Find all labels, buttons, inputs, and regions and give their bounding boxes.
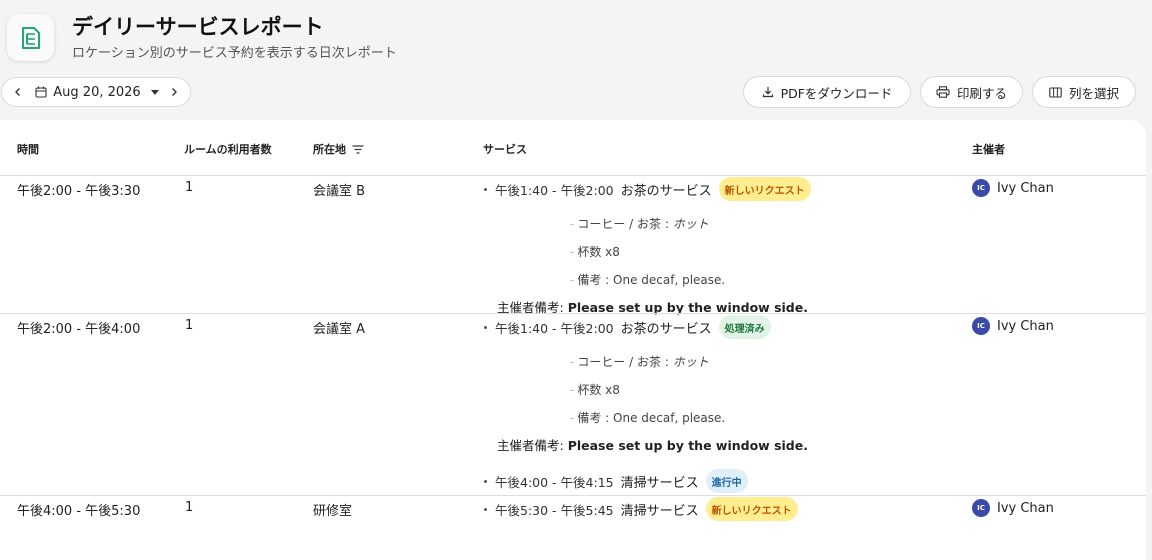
host-note: 主催者備考: Please set up by the window side.	[497, 438, 808, 453]
document-icon	[21, 26, 40, 49]
host-name: Ivy Chan	[997, 318, 1054, 334]
row-divider	[0, 313, 1146, 314]
bullet	[484, 187, 487, 191]
select-columns-button[interactable]: 列を選択	[1032, 76, 1136, 108]
service-name: お茶のサービス	[620, 183, 712, 199]
row-divider	[0, 495, 1146, 496]
service-entry: 午後1:40 - 午後2:00 お茶のサービス 新しいリクエスト	[484, 177, 811, 201]
host-name: Ivy Chan	[997, 500, 1054, 516]
page-title: デイリーサービスレポート	[72, 15, 324, 39]
row-time: 午後4:00 - 午後5:30	[17, 504, 141, 519]
row-attendees: 1	[185, 318, 194, 333]
avatar: IC	[972, 179, 990, 197]
service-entry: 午後1:40 - 午後2:00 お茶のサービス 処理済み	[484, 315, 771, 339]
service-time: 午後1:40 - 午後2:00	[495, 320, 614, 336]
print-label: 印刷する	[956, 85, 1007, 101]
report-table: 時間 ルームの利用者数 所在地 サービス 主催者 午後2:00 - 午後3:30…	[0, 120, 1146, 560]
caret-down-icon	[150, 89, 159, 95]
service-time: 午後5:30 - 午後5:45	[495, 502, 614, 518]
row-attendees: 1	[185, 500, 194, 515]
status-badge: 処理済み	[718, 315, 771, 339]
calendar-icon	[35, 86, 47, 98]
date-navigator: Aug 20, 2026	[1, 77, 191, 107]
column-header-attendees[interactable]: ルームの利用者数	[184, 141, 272, 157]
host-name: Ivy Chan	[997, 180, 1054, 196]
previous-day-button[interactable]	[2, 78, 33, 106]
service-entry: 午後4:00 - 午後4:15 清掃サービス 進行中	[484, 469, 748, 493]
column-header-time[interactable]: 時間	[17, 141, 39, 157]
bullet	[484, 479, 487, 483]
chevron-right-icon	[172, 88, 178, 96]
selected-date: Aug 20, 2026	[53, 84, 141, 100]
service-time: 午後4:00 - 午後4:15	[495, 474, 614, 490]
service-name: お茶のサービス	[620, 321, 712, 337]
host-cell: IC Ivy Chan	[972, 499, 1054, 517]
service-detail: - 備考 : One decaf, please.	[570, 273, 726, 287]
columns-icon	[1049, 86, 1062, 98]
row-attendees: 1	[185, 180, 194, 195]
service-detail: - コーヒー / お茶 : ホット	[570, 355, 709, 369]
page-subtitle: ロケーション別のサービス予約を表示する日次レポート	[72, 46, 397, 61]
bullet	[484, 507, 487, 511]
service-name: 清掃サービス	[620, 475, 699, 491]
print-button[interactable]: 印刷する	[920, 76, 1023, 108]
row-time: 午後2:00 - 午後4:00	[17, 322, 141, 337]
download-pdf-label: PDFをダウンロード	[780, 85, 893, 101]
date-picker-button[interactable]: Aug 20, 2026	[33, 84, 159, 100]
next-day-button[interactable]	[159, 78, 190, 106]
printer-icon	[936, 86, 950, 98]
app-logo	[7, 14, 54, 61]
row-location: 会議室 B	[313, 184, 366, 199]
bullet	[484, 325, 487, 329]
status-badge: 新しいリクエスト	[718, 177, 811, 201]
row-time: 午後2:00 - 午後3:30	[17, 184, 141, 199]
row-location: 会議室 A	[313, 322, 366, 337]
row-location: 研修室	[313, 504, 353, 519]
service-detail: - 杯数 x8	[570, 245, 620, 259]
download-icon	[762, 87, 773, 98]
service-time: 午後1:40 - 午後2:00	[495, 182, 614, 198]
service-detail: - 備考 : One decaf, please.	[570, 411, 726, 425]
row-divider	[0, 175, 1146, 176]
avatar: IC	[972, 499, 990, 517]
status-badge: 新しいリクエスト	[705, 497, 798, 521]
download-pdf-button[interactable]: PDFをダウンロード	[743, 76, 911, 108]
service-name: 清掃サービス	[620, 503, 699, 519]
host-cell: IC Ivy Chan	[972, 317, 1054, 335]
column-header-service[interactable]: サービス	[483, 141, 527, 157]
host-cell: IC Ivy Chan	[972, 179, 1054, 197]
filter-icon[interactable]	[352, 144, 364, 154]
status-badge: 進行中	[705, 469, 748, 493]
column-header-location[interactable]: 所在地	[313, 141, 364, 157]
avatar: IC	[972, 317, 990, 335]
select-columns-label: 列を選択	[1068, 85, 1119, 101]
service-detail: - コーヒー / お茶 : ホット	[570, 217, 709, 231]
service-detail: - 杯数 x8	[570, 383, 620, 397]
service-entry: 午後5:30 - 午後5:45 清掃サービス 新しいリクエスト	[484, 497, 798, 521]
column-header-host[interactable]: 主催者	[972, 141, 1005, 157]
chevron-left-icon	[14, 88, 20, 96]
